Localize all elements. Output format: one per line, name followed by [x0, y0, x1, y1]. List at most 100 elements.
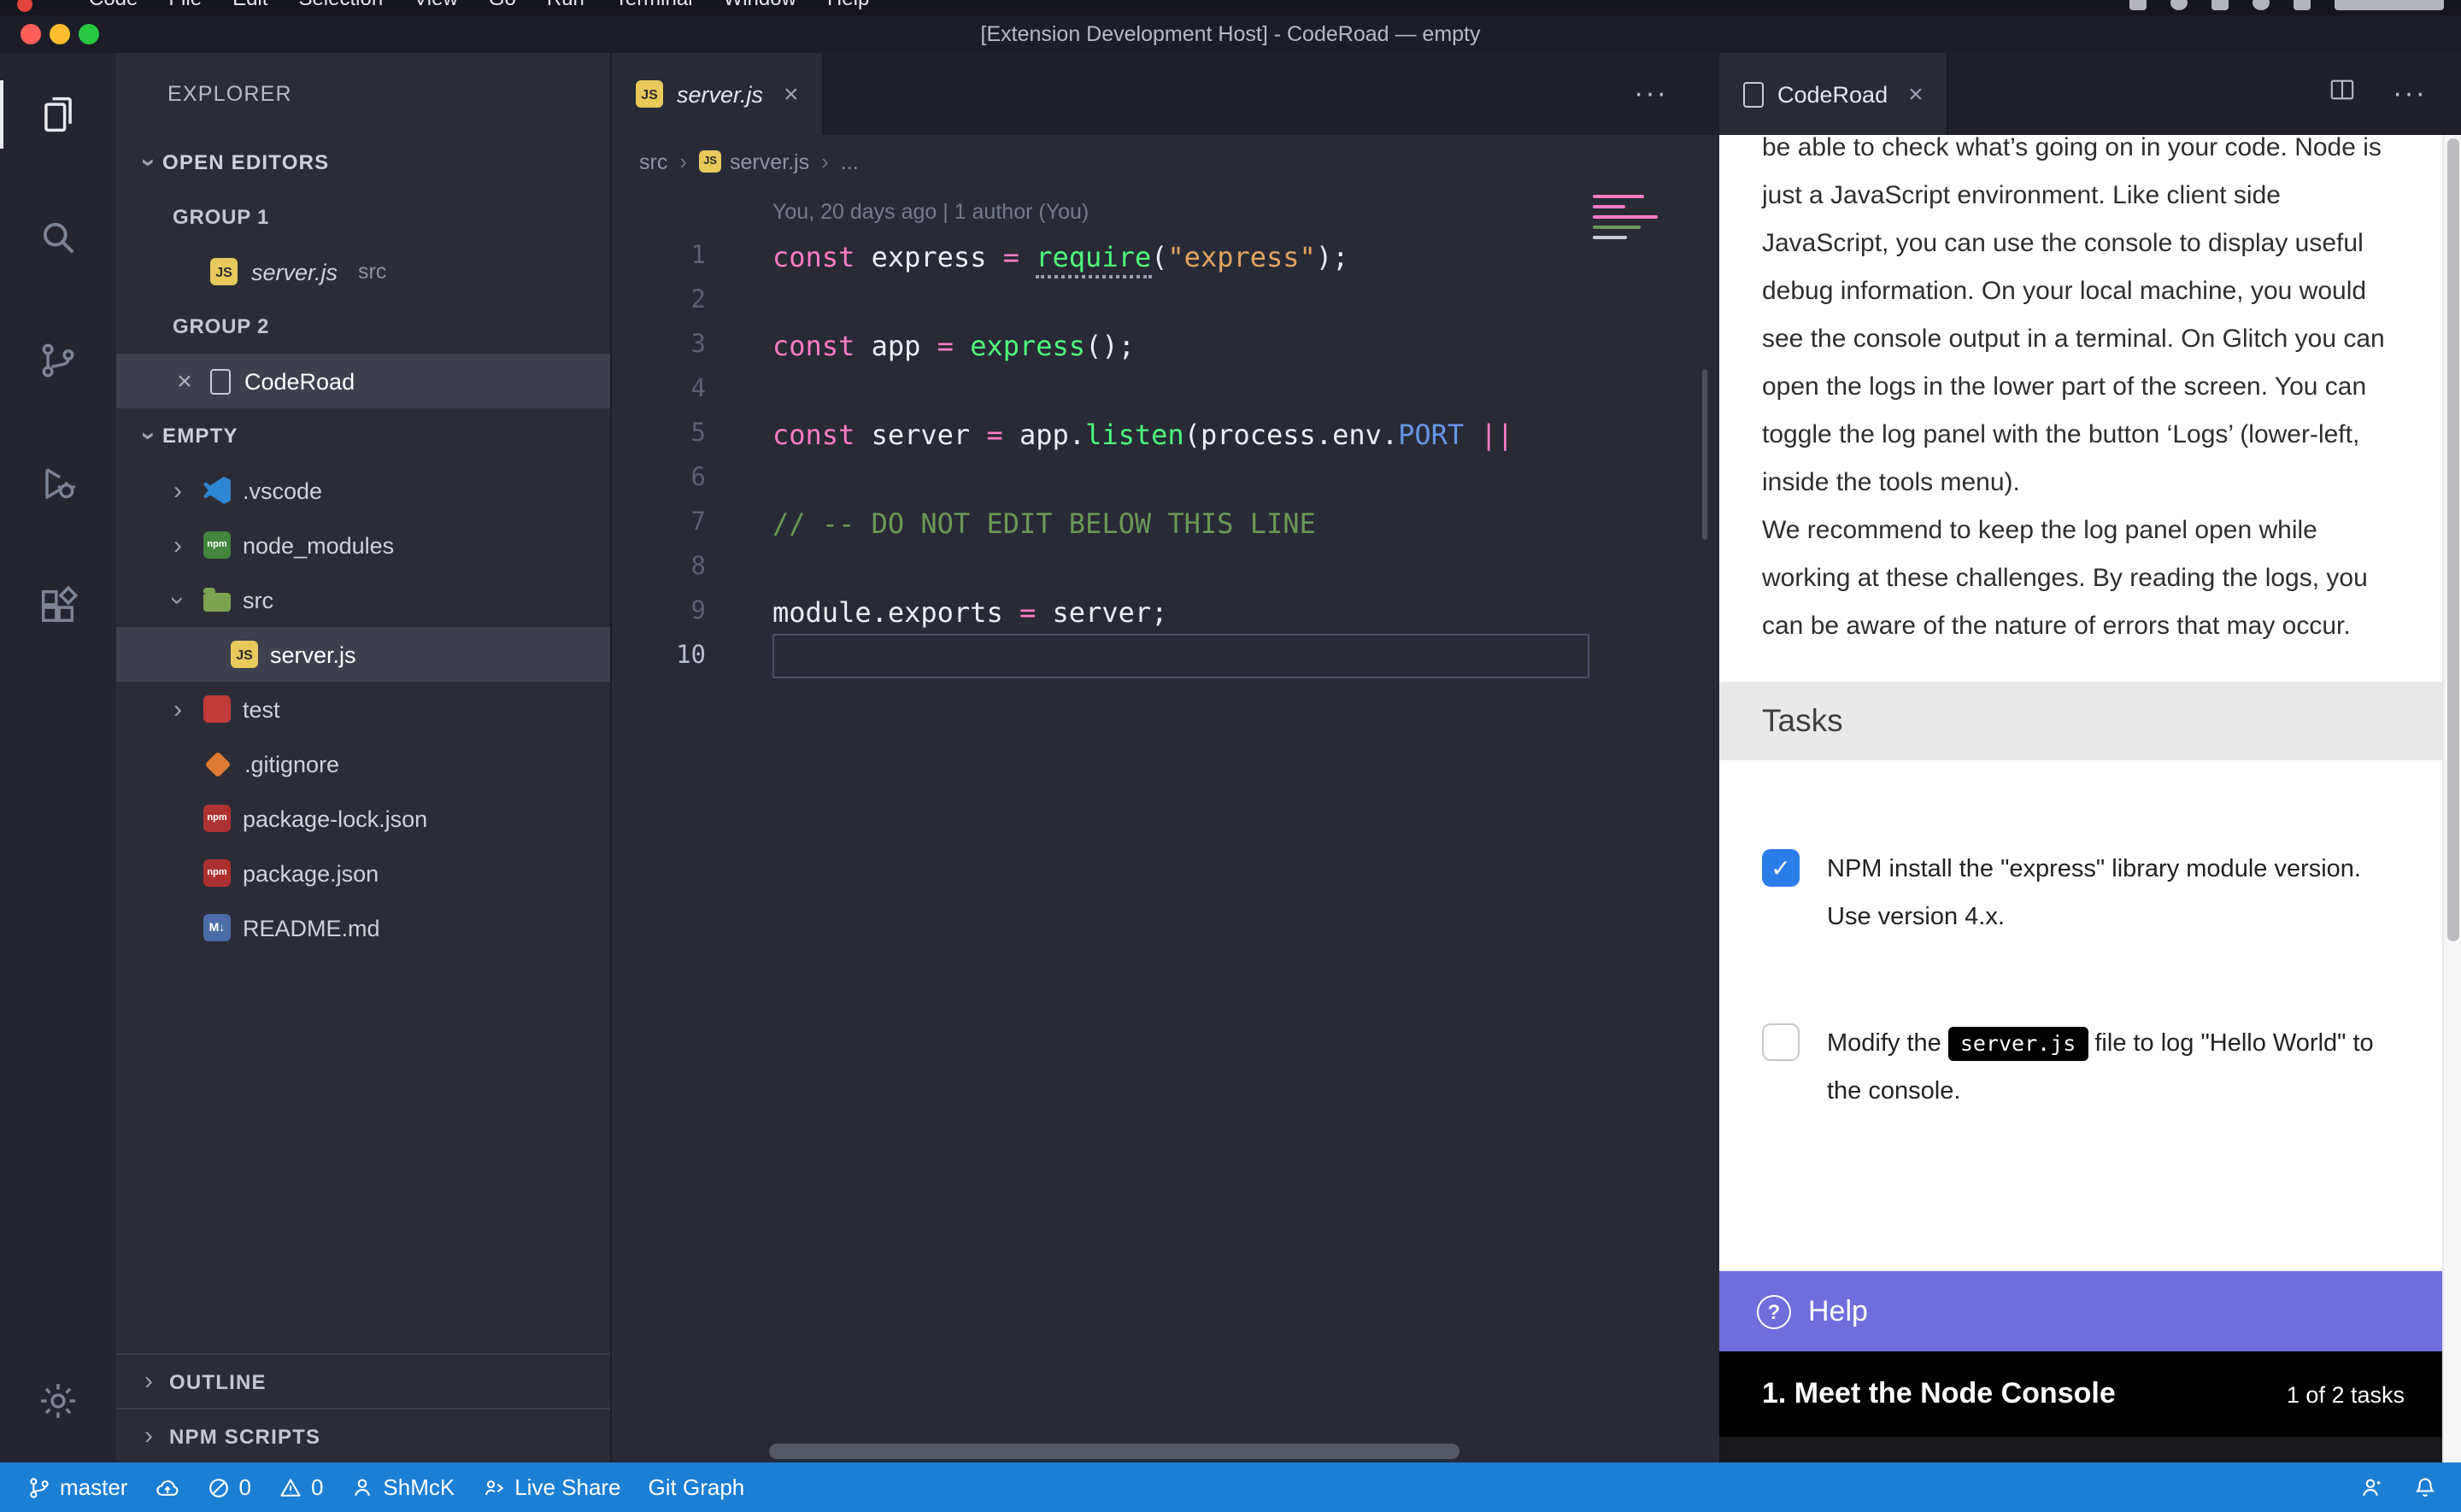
- status-bell[interactable]: [2413, 1475, 2437, 1499]
- code-line-4[interactable]: 4: [612, 367, 1719, 412]
- activity-search-icon[interactable]: [0, 176, 116, 299]
- open-editor-server-js[interactable]: JSserver.jssrc: [116, 244, 610, 299]
- line-number: 2: [612, 287, 706, 314]
- status-git-graph[interactable]: Git Graph: [649, 1474, 745, 1500]
- menu-item-help[interactable]: Help: [827, 0, 869, 10]
- more-actions-icon[interactable]: ···: [2393, 77, 2427, 111]
- code-line-7[interactable]: 7// -- DO NOT EDIT BELOW THIS LINE: [612, 501, 1719, 545]
- tab-server-js[interactable]: JS server.js ×: [612, 53, 825, 135]
- open-editor-coderoad[interactable]: ×CodeRoad: [116, 354, 610, 408]
- close-icon[interactable]: ×: [173, 368, 197, 394]
- vscode-file-icon: [203, 477, 231, 504]
- inline-code: server.js: [1948, 1027, 2088, 1061]
- close-window-button[interactable]: [21, 24, 41, 44]
- status-feedback[interactable]: [2358, 1475, 2382, 1499]
- tree-item-package-lock-json[interactable]: npmpackage-lock.json: [116, 791, 610, 846]
- minimap-line: [1593, 226, 1641, 229]
- vertical-scrollbar[interactable]: [1702, 369, 1707, 540]
- activity-explorer-icon[interactable]: [0, 53, 116, 176]
- code-line-1[interactable]: 1const express = require("express");: [612, 234, 1719, 278]
- split-editor-icon[interactable]: [2329, 77, 2355, 111]
- node-file-icon: npm: [203, 531, 231, 559]
- tree-item-test[interactable]: ›test: [116, 682, 610, 736]
- status-warnings[interactable]: 0: [279, 1474, 323, 1500]
- panel-scrollbar-track[interactable]: [2442, 135, 2461, 1462]
- apple-menu-icon[interactable]: [17, 0, 32, 12]
- status-person[interactable]: ShMcK: [350, 1474, 455, 1500]
- minimize-window-button[interactable]: [50, 24, 70, 44]
- menu-item-edit[interactable]: Edit: [232, 0, 267, 10]
- horizontal-scrollbar[interactable]: [769, 1444, 1460, 1459]
- close-tab-icon[interactable]: ×: [784, 79, 799, 108]
- status-git-branch[interactable]: master: [27, 1474, 127, 1500]
- menu-item-go[interactable]: Go: [489, 0, 516, 10]
- git-branch-icon: [27, 1475, 51, 1499]
- editor-group: JS server.js × ··· src › JS server.js › …: [612, 53, 1719, 1462]
- menu-clock-area: [2335, 0, 2444, 10]
- task-text: NPM install the "express" library module…: [1827, 846, 2405, 941]
- sidebar-title: EXPLORER: [116, 53, 610, 135]
- activity-settings-icon[interactable]: [0, 1339, 116, 1462]
- chevron-down-icon: ›: [163, 586, 192, 613]
- minimap[interactable]: [1593, 195, 1666, 246]
- menu-item-file[interactable]: File: [168, 0, 202, 10]
- status-errors[interactable]: 0: [206, 1474, 250, 1500]
- panel-scrollbar-thumb[interactable]: [2447, 138, 2459, 941]
- status-bar-right: [2358, 1475, 2437, 1499]
- menu-item-window[interactable]: Window: [724, 0, 796, 10]
- open-editors-header[interactable]: › OPEN EDITORS: [116, 135, 610, 190]
- checkbox-checked[interactable]: ✓: [1762, 849, 1800, 887]
- tree-item-readme-md[interactable]: M↓README.md: [116, 900, 610, 955]
- code-line-3[interactable]: 3const app = express();: [612, 323, 1719, 367]
- tree-item-gitignore[interactable]: .gitignore: [116, 736, 610, 791]
- activity-source-control-icon[interactable]: [0, 299, 116, 422]
- code-token: const: [772, 329, 872, 361]
- code-line-10[interactable]: 10: [612, 634, 1719, 678]
- tree-item-package-json[interactable]: npmpackage.json: [116, 846, 610, 900]
- close-tab-icon[interactable]: ×: [1908, 79, 1924, 108]
- status-label: master: [60, 1474, 127, 1500]
- menu-item-run[interactable]: Run: [547, 0, 584, 10]
- code-line-8[interactable]: 8: [612, 545, 1719, 589]
- breadcrumb-src[interactable]: src: [639, 149, 667, 173]
- menu-item-code[interactable]: Code: [89, 0, 138, 10]
- code-token: listen: [1085, 418, 1184, 450]
- tree-item-server-js[interactable]: JSserver.js: [116, 627, 610, 682]
- status-sync-cloud[interactable]: [155, 1475, 179, 1499]
- status-live-share[interactable]: Live Share: [482, 1474, 620, 1500]
- lesson-footer[interactable]: 1. Meet the Node Console 1 of 2 tasks: [1719, 1351, 2442, 1437]
- chevron-right-icon: ›: [164, 530, 191, 560]
- workspace-header[interactable]: › EMPTY: [116, 408, 610, 463]
- section-outline[interactable]: ›OUTLINE: [116, 1353, 610, 1408]
- code-line-6[interactable]: 6: [612, 456, 1719, 501]
- more-actions-icon[interactable]: ···: [1634, 77, 1668, 111]
- file-icon: [1743, 81, 1764, 107]
- tree-item-node-modules[interactable]: ›npmnode_modules: [116, 518, 610, 572]
- code-line-9[interactable]: 9module.exports = server;: [612, 589, 1719, 634]
- tab-coderoad[interactable]: CodeRoad ×: [1719, 53, 1949, 135]
- line-text: // -- DO NOT EDIT BELOW THIS LINE: [706, 507, 1316, 539]
- checkbox-unchecked[interactable]: [1762, 1023, 1800, 1061]
- section-npm-scripts[interactable]: ›NPM SCRIPTS: [116, 1408, 610, 1462]
- section-label: NPM SCRIPTS: [169, 1424, 320, 1448]
- help-bar[interactable]: ? Help: [1719, 1271, 2442, 1351]
- md-file-icon: M↓: [203, 914, 231, 941]
- activity-run-debug-icon[interactable]: [0, 422, 116, 545]
- tree-item-vscode[interactable]: ›.vscode: [116, 463, 610, 518]
- errors-icon: [206, 1475, 230, 1499]
- task-text: Modify the server.js file to log "Hello …: [1827, 1020, 2405, 1116]
- menu-item-terminal[interactable]: Terminal: [615, 0, 693, 10]
- breadcrumb-symbol[interactable]: ...: [841, 149, 859, 173]
- menu-item-selection[interactable]: Selection: [298, 0, 383, 10]
- zoom-window-button[interactable]: [79, 24, 99, 44]
- code-line-2[interactable]: 2: [612, 278, 1719, 323]
- chevron-right-icon: ›: [164, 476, 191, 505]
- code-line-5[interactable]: 5const server = app.listen(process.env.P…: [612, 412, 1719, 456]
- open-editors-list: GROUP 1JSserver.jssrcGROUP 2×CodeRoad: [116, 190, 610, 408]
- tree-item-src[interactable]: ›src: [116, 572, 610, 627]
- activity-bar: [0, 53, 116, 1462]
- breadcrumb-server-js[interactable]: JS server.js: [699, 149, 809, 173]
- activity-extensions-icon[interactable]: [0, 545, 116, 668]
- code-editor[interactable]: You, 20 days ago | 1 author (You) 1const…: [612, 188, 1719, 1462]
- menu-item-view[interactable]: View: [414, 0, 458, 10]
